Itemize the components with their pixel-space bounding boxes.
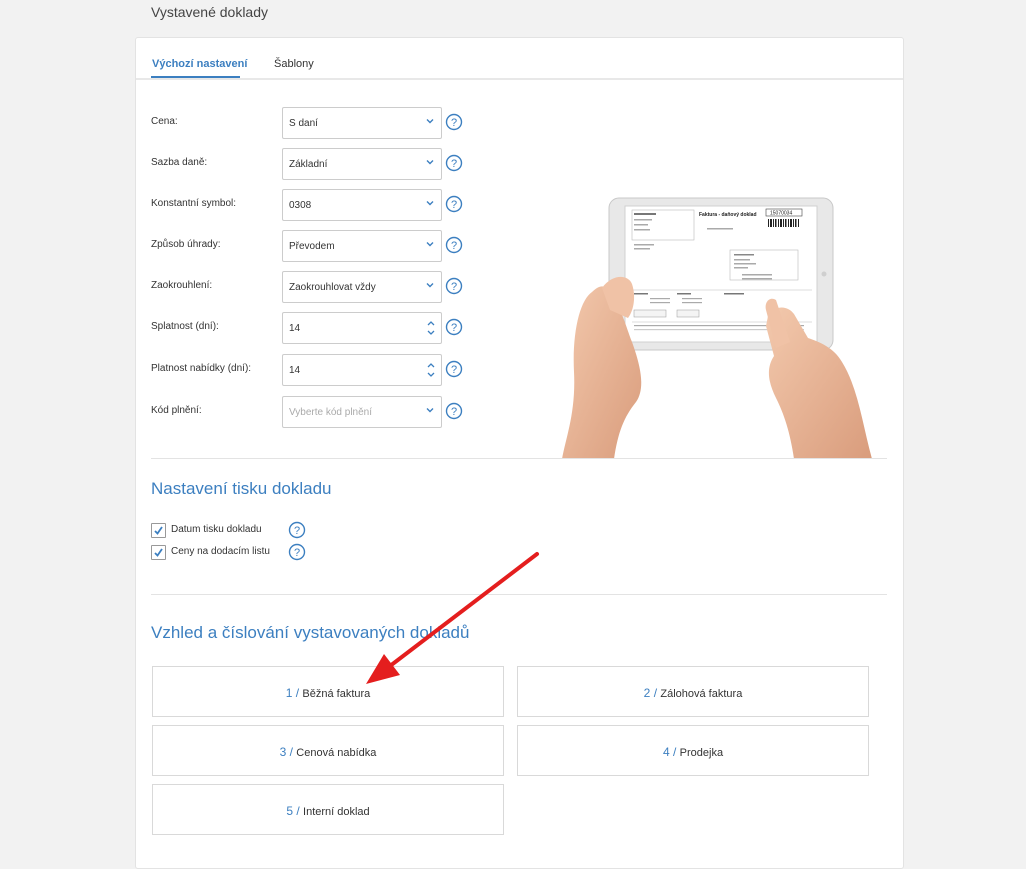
offer-validity-input[interactable]: 14: [282, 354, 442, 386]
active-tab-indicator: [151, 76, 240, 78]
doc-name: Interní doklad: [303, 806, 370, 818]
svg-text:?: ?: [294, 525, 300, 537]
doc-name: Zálohová faktura: [660, 688, 743, 700]
help-icon[interactable]: ?: [288, 543, 306, 561]
rounding-label: Zaokrouhlení:: [151, 280, 213, 291]
print-date-label: Datum tisku dokladu: [171, 524, 262, 535]
rounding-value: Zaokrouhlovat vždy: [289, 282, 376, 293]
tax-rate-value: Základní: [289, 159, 328, 170]
form-row-fulfillment-code: Kód plnění: Vyberte kód plnění ?: [136, 396, 476, 428]
help-icon[interactable]: ?: [445, 277, 463, 295]
due-days-input[interactable]: 14: [282, 312, 442, 344]
checkmark-icon: [154, 526, 163, 535]
constant-symbol-select[interactable]: 0308: [282, 189, 442, 221]
svg-text:?: ?: [294, 547, 300, 559]
price-value: S daní: [289, 118, 318, 129]
chevron-down-icon: [426, 408, 434, 413]
delivery-prices-label: Ceny na dodacím listu: [171, 546, 270, 557]
help-icon[interactable]: ?: [445, 113, 463, 131]
svg-text:?: ?: [451, 240, 457, 252]
chevron-down-icon: [426, 201, 434, 206]
delivery-prices-checkbox[interactable]: [151, 545, 166, 560]
help-icon[interactable]: ?: [445, 154, 463, 172]
settings-card: Výchozí nastavení Šablony Cena: S daní ?…: [135, 37, 904, 869]
help-icon[interactable]: ?: [445, 360, 463, 378]
page-title: Vystavené doklady: [151, 4, 268, 20]
payment-method-label: Způsob úhrady:: [151, 239, 221, 250]
help-icon[interactable]: ?: [445, 318, 463, 336]
document-type-internal[interactable]: 5 / Interní doklad: [152, 784, 504, 835]
fulfillment-code-placeholder: Vyberte kód plnění: [289, 407, 373, 418]
fulfillment-code-select[interactable]: Vyberte kód plnění: [282, 396, 442, 428]
document-type-regular-invoice[interactable]: 1 / Běžná faktura: [152, 666, 504, 717]
offer-validity-label: Platnost nabídky (dní):: [151, 363, 252, 374]
svg-text:?: ?: [451, 199, 457, 211]
tab-bar: Výchozí nastavení Šablony: [136, 38, 903, 80]
section-divider: [151, 458, 887, 459]
spin-arrows-icon[interactable]: [426, 318, 436, 338]
payment-method-value: Převodem: [289, 241, 335, 252]
chevron-down-icon: [426, 119, 434, 124]
help-icon[interactable]: ?: [445, 402, 463, 420]
constant-symbol-value: 0308: [289, 200, 312, 211]
print-settings-title: Nastavení tisku dokladu: [151, 479, 332, 498]
print-date-checkbox[interactable]: [151, 523, 166, 538]
doc-number: 4: [662, 745, 670, 759]
form-row-due-days: Splatnost (dní): 14 ?: [136, 312, 476, 344]
spin-arrows-icon[interactable]: [426, 360, 436, 380]
svg-text:?: ?: [451, 117, 457, 129]
price-select[interactable]: S daní: [282, 107, 442, 139]
svg-text:?: ?: [451, 322, 457, 334]
tax-rate-label: Sazba daně:: [151, 157, 208, 168]
tab-default-settings[interactable]: Výchozí nastavení: [152, 58, 247, 70]
chevron-down-icon: [426, 242, 434, 247]
numbering-section-title: Vzhled a číslování vystavovaných dokladů: [151, 623, 470, 642]
fulfillment-code-label: Kód plnění:: [151, 405, 202, 416]
document-type-receipt[interactable]: 4 / Prodejka: [517, 725, 869, 776]
tab-templates[interactable]: Šablony: [274, 58, 314, 70]
invoice-number: 15070034: [770, 211, 792, 217]
form-row-rounding: Zaokrouhlení: Zaokrouhlovat vždy ?: [136, 271, 476, 303]
tablet-invoice-illustration: Faktura - daňový doklad 15070034: [562, 197, 872, 459]
document-type-advance-invoice[interactable]: 2 / Zálohová faktura: [517, 666, 869, 717]
checkmark-icon: [154, 548, 163, 557]
due-days-label: Splatnost (dní):: [151, 321, 219, 332]
form-row-payment-method: Způsob úhrady: Převodem ?: [136, 230, 476, 262]
svg-text:?: ?: [451, 364, 457, 376]
svg-text:?: ?: [451, 158, 457, 170]
help-icon[interactable]: ?: [445, 195, 463, 213]
form-row-constant-symbol: Konstantní symbol: 0308 ?: [136, 189, 476, 221]
price-label: Cena:: [151, 116, 178, 127]
payment-method-select[interactable]: Převodem: [282, 230, 442, 262]
document-type-price-offer[interactable]: 3 / Cenová nabídka: [152, 725, 504, 776]
section-divider: [151, 594, 887, 595]
doc-number: 5: [286, 804, 293, 818]
form-row-price: Cena: S daní ?: [136, 107, 476, 139]
form-row-tax-rate: Sazba daně: Základní ?: [136, 148, 476, 180]
offer-validity-value: 14: [289, 365, 301, 376]
chevron-down-icon: [426, 160, 434, 165]
invoice-title: Faktura - daňový doklad: [699, 212, 757, 218]
svg-text:?: ?: [451, 406, 457, 418]
rounding-select[interactable]: Zaokrouhlovat vždy: [282, 271, 442, 303]
doc-name: Prodejka: [679, 747, 724, 759]
doc-name: Cenová nabídka: [296, 747, 377, 759]
print-date-option: Datum tisku dokladu ?: [151, 521, 351, 541]
chevron-down-icon: [426, 283, 434, 288]
constant-symbol-label: Konstantní symbol:: [151, 198, 237, 209]
form-row-offer-validity: Platnost nabídky (dní): 14 ?: [136, 354, 476, 386]
delivery-prices-option: Ceny na dodacím listu ?: [151, 543, 351, 563]
help-icon[interactable]: ?: [445, 236, 463, 254]
due-days-value: 14: [289, 323, 301, 334]
svg-text:?: ?: [451, 281, 457, 293]
help-icon[interactable]: ?: [288, 521, 306, 539]
doc-name: Běžná faktura: [302, 688, 371, 700]
tax-rate-select[interactable]: Základní: [282, 148, 442, 180]
